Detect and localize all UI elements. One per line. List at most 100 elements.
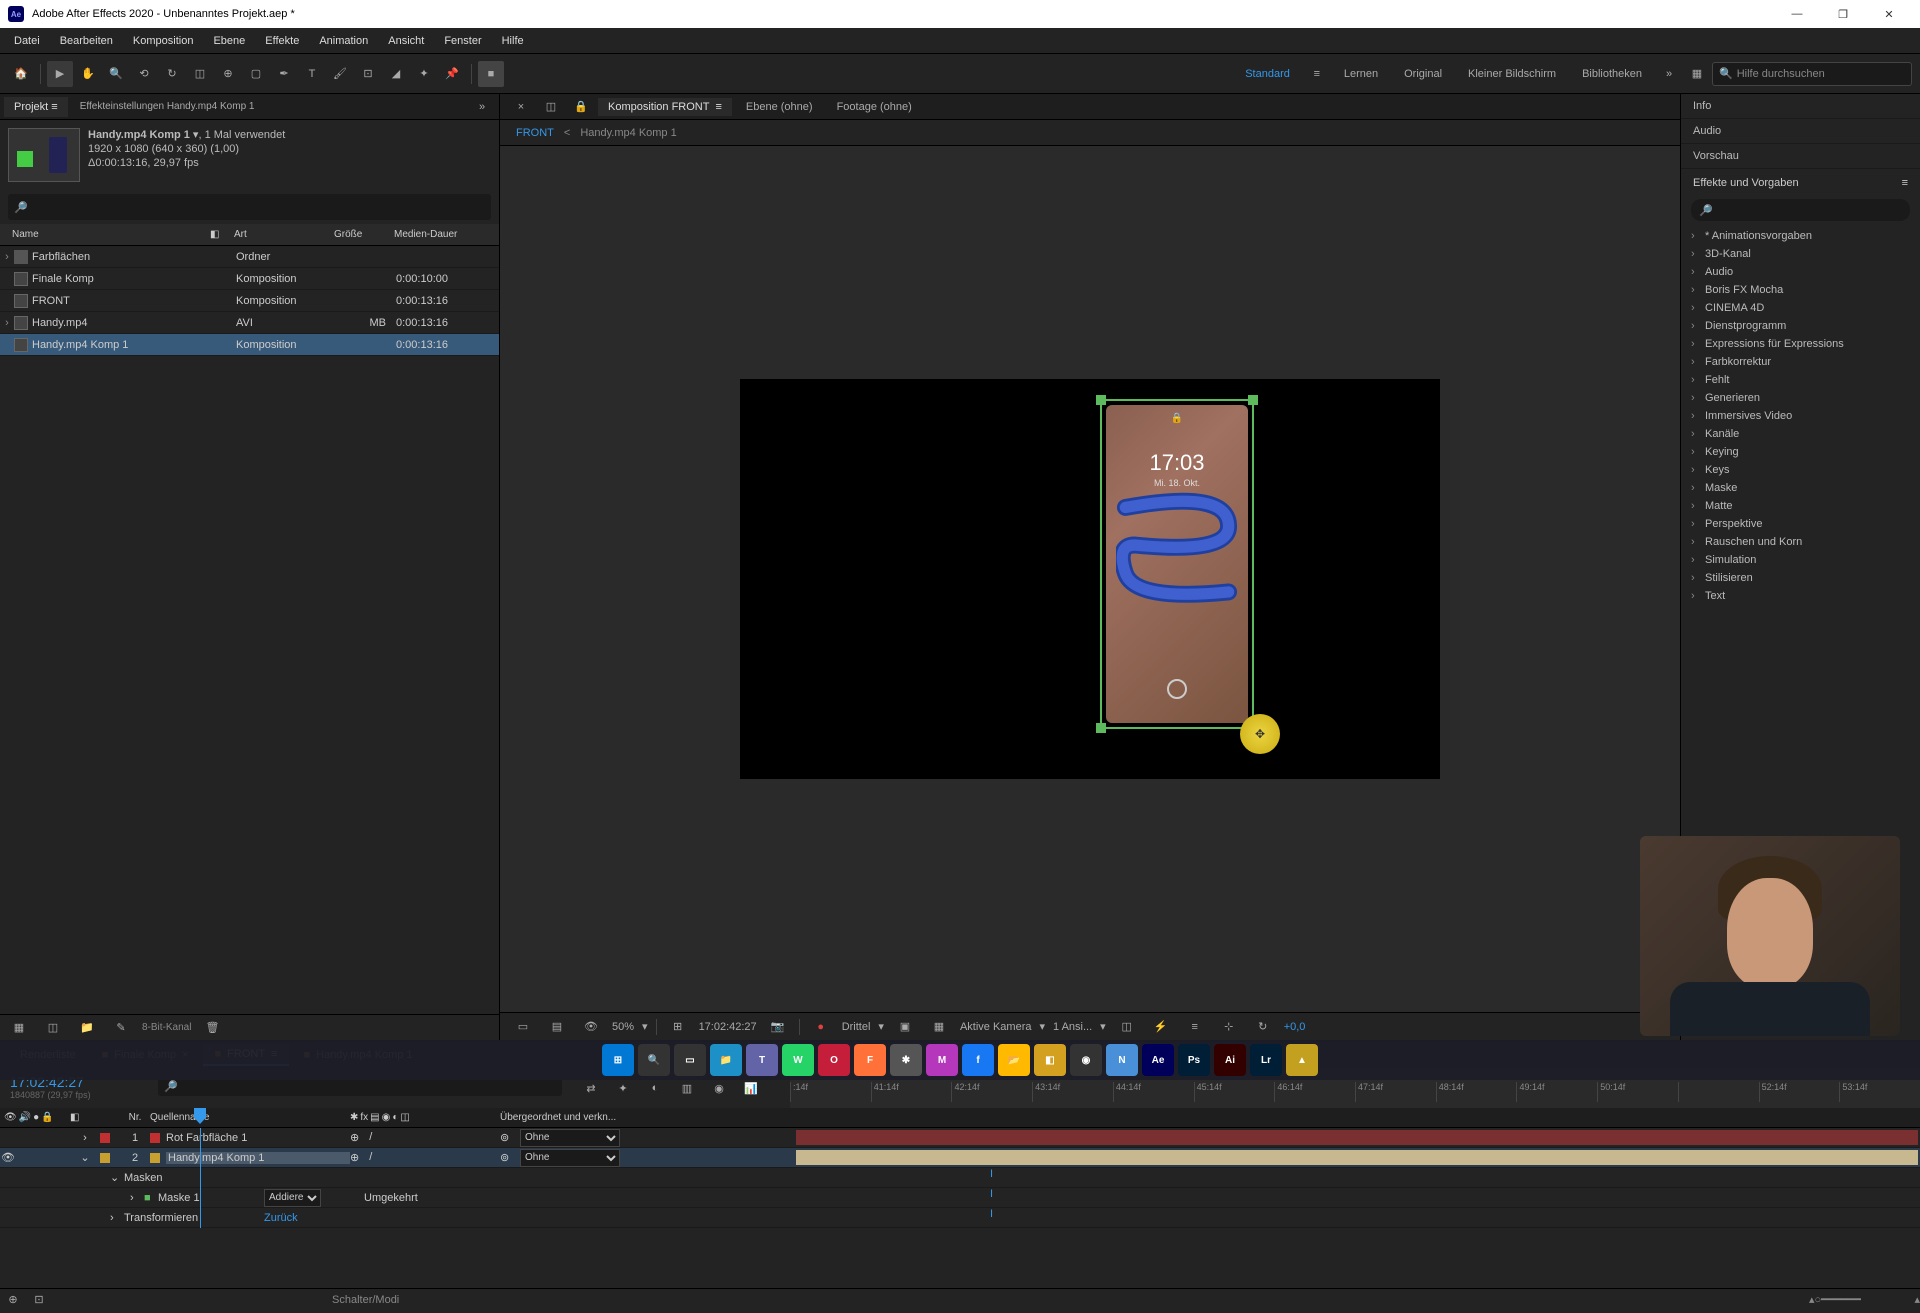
help-search[interactable]: 🔍 Hilfe durchsuchen <box>1712 62 1912 86</box>
motionblur-sw-icon[interactable]: ◉ <box>382 1112 391 1123</box>
effects-category[interactable]: ›Maske <box>1681 479 1920 497</box>
menu-ansicht[interactable]: Ansicht <box>378 31 434 51</box>
bit-depth[interactable]: 8-Bit-Kanal <box>142 1022 191 1033</box>
taskbar-teams-icon[interactable]: T <box>746 1044 778 1076</box>
workspace-original[interactable]: Original <box>1392 64 1454 84</box>
ruler-mark[interactable]: 41:14f <box>871 1082 952 1102</box>
effects-category[interactable]: ›Stilisieren <box>1681 569 1920 587</box>
maximize-button[interactable]: ❐ <box>1820 0 1866 28</box>
col-parent[interactable]: Übergeordnet und verkn... <box>500 1112 640 1123</box>
playhead[interactable] <box>200 1128 201 1228</box>
resolution-icon[interactable]: ⊞ <box>665 1014 691 1040</box>
taskbar-lr-icon[interactable]: Lr <box>1250 1044 1282 1076</box>
taskbar-ai-icon[interactable]: Ai <box>1214 1044 1246 1076</box>
mask-bounds[interactable]: 🔒 17:03 Mi. 18. Okt. <box>1100 399 1254 729</box>
parent-dropdown-2[interactable]: Ohne <box>520 1149 620 1167</box>
taskbar-ps-icon[interactable]: Ps <box>1178 1044 1210 1076</box>
hand-tool-icon[interactable]: ✋ <box>75 61 101 87</box>
parent-dropdown-1[interactable]: Ohne <box>520 1129 620 1147</box>
workspace-panel-icon[interactable]: ▦ <box>1684 61 1710 87</box>
ruler-mark[interactable]: 49:14f <box>1516 1082 1597 1102</box>
menu-animation[interactable]: Animation <box>309 31 378 51</box>
toggle-switches-icon[interactable]: ⊕ <box>0 1287 26 1313</box>
effects-category[interactable]: ›Expressions für Expressions <box>1681 335 1920 353</box>
selection-tool-icon[interactable]: ▶ <box>47 61 73 87</box>
effects-category[interactable]: ›3D-Kanal <box>1681 245 1920 263</box>
preview-panel[interactable]: Vorschau <box>1681 144 1920 169</box>
effects-category[interactable]: ›Immersives Video <box>1681 407 1920 425</box>
taskbar-app2-icon[interactable]: ◧ <box>1034 1044 1066 1076</box>
channels-icon[interactable]: ● <box>808 1014 834 1040</box>
timeline-icon[interactable]: ≡ <box>1182 1014 1208 1040</box>
effects-category[interactable]: ›Kanäle <box>1681 425 1920 443</box>
ruler-mark[interactable]: 53:14f <box>1839 1082 1920 1102</box>
eye-col-icon[interactable]: 👁 <box>4 1112 17 1123</box>
exposure-offset[interactable]: +0,0 <box>1284 1021 1306 1033</box>
info-panel[interactable]: Info <box>1681 94 1920 119</box>
taskbar-ae-icon[interactable]: Ae <box>1142 1044 1174 1076</box>
roto-tool-icon[interactable]: ✦ <box>411 61 437 87</box>
ruler-mark[interactable]: 50:14f <box>1597 1082 1678 1102</box>
col-num[interactable]: Nr. <box>120 1112 150 1123</box>
fx-sw-icon[interactable]: fx <box>360 1112 368 1123</box>
camera-tool-icon[interactable]: ◫ <box>187 61 213 87</box>
effects-search[interactable]: 🔎 <box>1691 199 1910 221</box>
puppet-tool-icon[interactable]: 📌 <box>439 61 465 87</box>
taskbar-firefox-icon[interactable]: F <box>854 1044 886 1076</box>
sublayer-maske1[interactable]: › ■ Maske 1 Addiere Umgekehrt I <box>0 1188 1920 1208</box>
effects-panel-header[interactable]: Effekte und Vorgaben ≡ <box>1681 169 1920 197</box>
pen-tool-icon[interactable]: ✒ <box>271 61 297 87</box>
effects-category[interactable]: ›Matte <box>1681 497 1920 515</box>
brush-tool-icon[interactable]: 🖌 <box>327 61 353 87</box>
ruler-mark[interactable]: 44:14f <box>1113 1082 1194 1102</box>
zoom-level[interactable]: 50% <box>612 1021 634 1033</box>
eraser-tool-icon[interactable]: ◢ <box>383 61 409 87</box>
menu-effekte[interactable]: Effekte <box>255 31 309 51</box>
col-name[interactable]: Name <box>0 229 210 240</box>
viewer-lock-icon[interactable]: 🔒 <box>568 94 594 120</box>
taskbar-notepad-icon[interactable]: N <box>1106 1044 1138 1076</box>
project-row[interactable]: ›FarbflächenOrdner <box>0 246 499 268</box>
viewer-tab-ebene[interactable]: Ebene (ohne) <box>736 98 823 116</box>
camera-dropdown[interactable]: Aktive Kamera <box>960 1021 1032 1033</box>
transform-reset[interactable]: Zurück <box>264 1212 364 1224</box>
layer-name-2[interactable]: Handy.mp4 Komp 1 <box>166 1152 350 1164</box>
layer-name-1[interactable]: Rot Farbfläche 1 <box>166 1132 350 1144</box>
flowchart-icon[interactable]: ⊹ <box>1216 1014 1242 1040</box>
effects-category[interactable]: ›Generieren <box>1681 389 1920 407</box>
interpret-icon[interactable]: ▦ <box>6 1015 32 1041</box>
project-tab[interactable]: Projekt ≡ <box>4 97 68 117</box>
timecode-display[interactable]: 17:02:42:27 <box>699 1021 757 1033</box>
lock-col-icon[interactable]: 🔒 <box>41 1112 53 1123</box>
adjust-sw-icon[interactable]: ◐ <box>392 1112 398 1123</box>
ruler-mark[interactable]: 43:14f <box>1032 1082 1113 1102</box>
workspace-standard[interactable]: Standard <box>1233 64 1302 84</box>
effects-category[interactable]: ›* Animationsvorgaben <box>1681 227 1920 245</box>
effects-category[interactable]: ›Rauschen und Korn <box>1681 533 1920 551</box>
pan-behind-icon[interactable]: ⊕ <box>215 61 241 87</box>
layer-row-1[interactable]: › 1 Rot Farbfläche 1 ⊕/ ⊚ Ohne <box>0 1128 1920 1148</box>
effects-category[interactable]: ›Boris FX Mocha <box>1681 281 1920 299</box>
effects-category[interactable]: ›Farbkorrektur <box>1681 353 1920 371</box>
workspace-menu-icon[interactable]: ≡ <box>1304 61 1330 87</box>
fast-preview-icon[interactable]: ⚡ <box>1148 1014 1174 1040</box>
mask-corner-tr[interactable] <box>1248 395 1258 405</box>
effects-category[interactable]: ›Audio <box>1681 263 1920 281</box>
col-dur[interactable]: Medien-Dauer <box>394 229 499 240</box>
workspace-bibliotheken[interactable]: Bibliotheken <box>1570 64 1654 84</box>
transparency-icon[interactable]: ▦ <box>926 1014 952 1040</box>
col-quellenname[interactable]: Quellenname <box>150 1112 350 1123</box>
menu-hilfe[interactable]: Hilfe <box>492 31 534 51</box>
project-search[interactable]: 🔎 <box>8 194 491 220</box>
ruler-mark[interactable]: 47:14f <box>1355 1082 1436 1102</box>
breadcrumb-active[interactable]: FRONT <box>516 127 554 139</box>
views-dropdown[interactable]: 1 Ansi... <box>1053 1021 1092 1033</box>
viewer-tab-komposition[interactable]: Komposition FRONT ≡ <box>598 98 732 116</box>
effects-category[interactable]: ›Dienstprogramm <box>1681 317 1920 335</box>
toggle-modes-icon[interactable]: ⊡ <box>26 1287 52 1313</box>
zoom-dropdown-icon[interactable]: ▾ <box>642 1020 648 1033</box>
effects-category[interactable]: ›Text <box>1681 587 1920 605</box>
layer-swatch-red[interactable] <box>100 1133 110 1143</box>
composition-canvas[interactable]: 🔒 17:03 Mi. 18. Okt. ✥ <box>740 379 1440 779</box>
shape-tool-icon[interactable]: ▢ <box>243 61 269 87</box>
